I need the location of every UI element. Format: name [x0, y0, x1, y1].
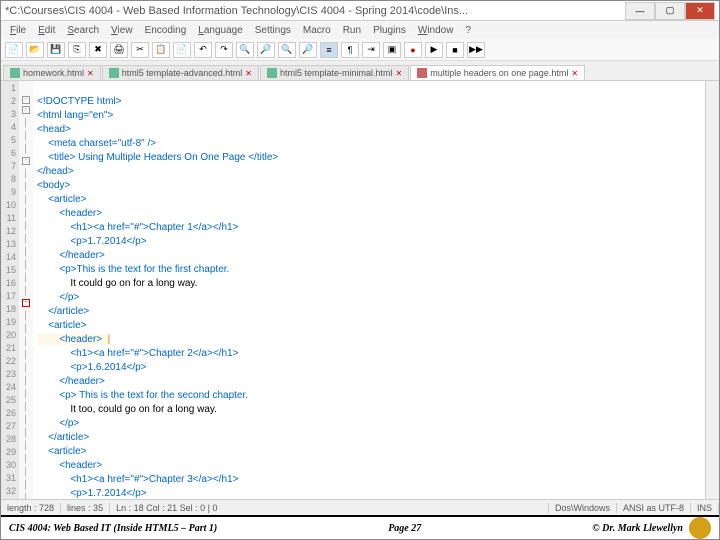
zoom-in-icon[interactable]: 🔍 [278, 42, 296, 58]
open-icon[interactable]: 📂 [26, 42, 44, 58]
close-icon[interactable]: ✕ [571, 69, 578, 78]
menu-settings[interactable]: Settings [250, 25, 296, 36]
file-icon [109, 68, 119, 78]
menu-search[interactable]: Search [62, 25, 104, 36]
new-icon[interactable]: 📄 [5, 42, 23, 58]
close-icon[interactable]: ✕ [396, 69, 403, 78]
menu-run[interactable]: Run [338, 25, 366, 36]
close-button[interactable]: ✕ [685, 2, 715, 20]
statusbar: length : 728 lines : 35 Ln : 18 Col : 21… [1, 499, 719, 515]
showchars-icon[interactable]: ¶ [341, 42, 359, 58]
fold-icon[interactable]: - [22, 157, 30, 165]
redo-icon[interactable]: ↷ [215, 42, 233, 58]
menu-window[interactable]: Window [413, 25, 459, 36]
menu-plugins[interactable]: Plugins [368, 25, 411, 36]
save-icon[interactable]: 💾 [47, 42, 65, 58]
menu-macro[interactable]: Macro [298, 25, 336, 36]
logo-icon [689, 517, 711, 539]
fold-icon[interactable]: - [22, 96, 30, 104]
footer-course: CIS 4004: Web Based IT (Inside HTML5 – P… [9, 523, 217, 534]
status-lines: lines : 35 [61, 503, 110, 513]
record-icon[interactable]: ● [404, 42, 422, 58]
titlebar[interactable]: *C:\Courses\CIS 4004 - Web Based Informa… [1, 1, 719, 21]
editor-area: 1234567891011121314151617181920212223242… [1, 81, 719, 499]
undo-icon[interactable]: ↶ [194, 42, 212, 58]
paste-icon[interactable]: 📄 [173, 42, 191, 58]
menubar: File Edit Search View Encoding Language … [1, 21, 719, 39]
window-controls: — ▢ ✕ [625, 2, 715, 20]
copy-icon[interactable]: 📋 [152, 42, 170, 58]
fold-icon[interactable]: - [22, 299, 30, 307]
toolbar: 📄 📂 💾 ⎘ ✖ 🖨 ✂ 📋 📄 ↶ ↷ 🔍 🔎 🔍 🔎 ≡ ¶ ⇥ ▣ ● … [1, 39, 719, 61]
fold-icon[interactable]: ▣ [383, 42, 401, 58]
tab-multiple-headers[interactable]: multiple headers on one page.html✕ [410, 65, 585, 80]
menu-encoding[interactable]: Encoding [140, 25, 192, 36]
zoom-out-icon[interactable]: 🔎 [299, 42, 317, 58]
menu-language[interactable]: Language [193, 25, 248, 36]
status-eol: Dos\Windows [549, 503, 617, 513]
window-title: *C:\Courses\CIS 4004 - Web Based Informa… [5, 5, 625, 17]
minimize-button[interactable]: — [625, 2, 655, 20]
cursor: | [102, 334, 110, 345]
maximize-button[interactable]: ▢ [655, 2, 685, 20]
menu-edit[interactable]: Edit [33, 25, 60, 36]
tab-template-minimal[interactable]: html5 template-minimal.html✕ [260, 65, 409, 80]
status-encoding: ANSI as UTF-8 [617, 503, 691, 513]
replace-icon[interactable]: 🔎 [257, 42, 275, 58]
menu-view[interactable]: View [106, 25, 138, 36]
close-icon[interactable]: ✖ [89, 42, 107, 58]
indent-icon[interactable]: ⇥ [362, 42, 380, 58]
status-mode: INS [691, 503, 719, 513]
file-icon [267, 68, 277, 78]
close-icon[interactable]: ✕ [87, 69, 94, 78]
fastfwd-icon[interactable]: ▶▶ [467, 42, 485, 58]
wordwrap-icon[interactable]: ≡ [320, 42, 338, 58]
close-icon[interactable]: ✕ [245, 69, 252, 78]
app-window: *C:\Courses\CIS 4004 - Web Based Informa… [0, 0, 720, 540]
cut-icon[interactable]: ✂ [131, 42, 149, 58]
line-gutter: 1234567891011121314151617181920212223242… [1, 81, 19, 499]
stop-icon[interactable]: ■ [446, 42, 464, 58]
status-position: Ln : 18 Col : 21 Sel : 0 | 0 [110, 503, 549, 513]
play-icon[interactable]: ▶ [425, 42, 443, 58]
file-icon [417, 68, 427, 78]
print-icon[interactable]: 🖨 [110, 42, 128, 58]
tabbar: homework.html✕ html5 template-advanced.h… [1, 61, 719, 81]
find-icon[interactable]: 🔍 [236, 42, 254, 58]
slide-footer: CIS 4004: Web Based IT (Inside HTML5 – P… [1, 515, 719, 539]
footer-author: © Dr. Mark Llewellyn [592, 523, 683, 534]
file-icon [10, 68, 20, 78]
footer-page: Page 27 [217, 523, 592, 534]
fold-gutter: --│││-││││││││││-│││││││││││││││ [19, 81, 33, 499]
scrollbar[interactable] [705, 81, 719, 499]
status-length: length : 728 [1, 503, 61, 513]
tab-homework[interactable]: homework.html✕ [3, 65, 101, 80]
menu-help[interactable]: ? [460, 25, 476, 36]
menu-file[interactable]: File [5, 25, 31, 36]
tab-template-advanced[interactable]: html5 template-advanced.html✕ [102, 65, 259, 80]
saveall-icon[interactable]: ⎘ [68, 42, 86, 58]
fold-icon[interactable]: - [22, 106, 30, 114]
code-editor[interactable]: <!DOCTYPE html> <html lang="en"> <head> … [33, 81, 705, 499]
